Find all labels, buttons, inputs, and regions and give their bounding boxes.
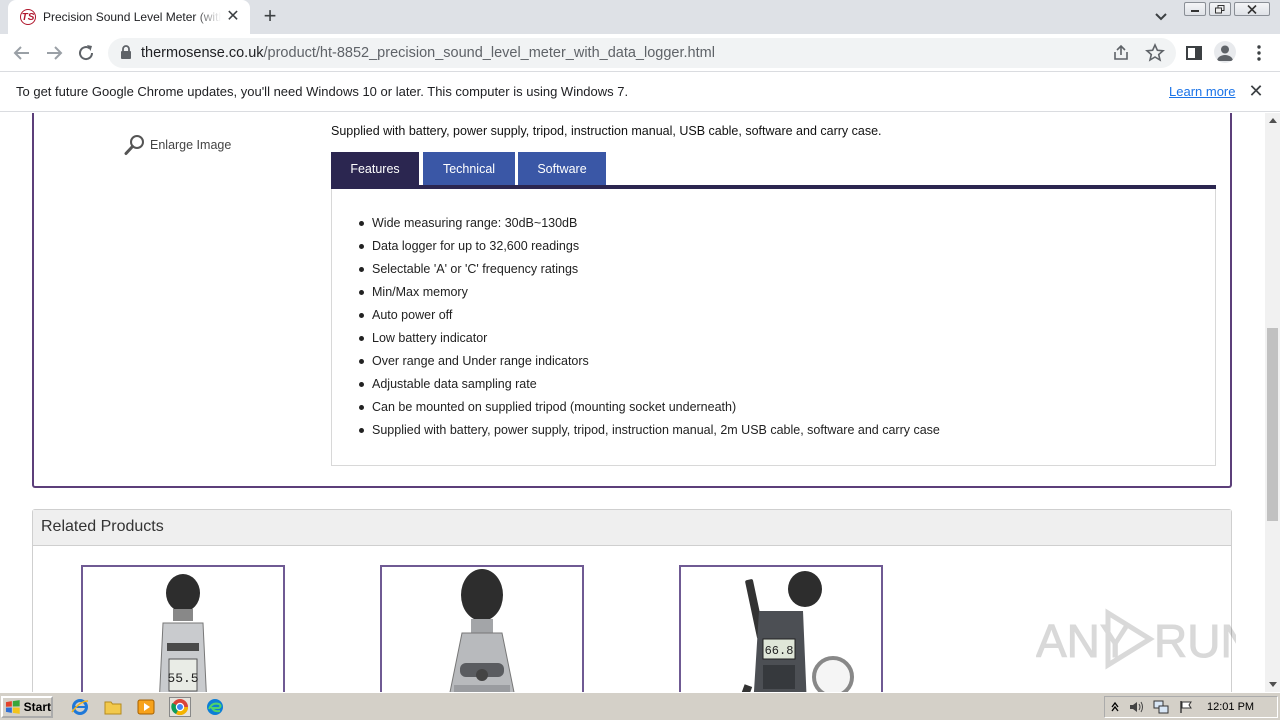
sound-meter-image (449, 569, 515, 692)
tab-search-chevron-icon[interactable] (1151, 8, 1171, 26)
forward-arrow-icon[interactable] (43, 42, 65, 64)
related-product-card[interactable] (380, 565, 584, 692)
tab-title: Precision Sound Level Meter (with Data L… (43, 10, 221, 24)
related-products-heading: Related Products (33, 510, 1231, 546)
new-tab-button[interactable]: + (258, 5, 282, 29)
enlarge-image-link[interactable]: Enlarge Image (124, 134, 231, 156)
site-favicon: TS (20, 9, 36, 25)
feature-item: Low battery indicator (359, 330, 940, 353)
start-label: Start (23, 700, 51, 714)
file-explorer-icon[interactable] (102, 697, 124, 717)
feature-item: Selectable 'A' or 'C' frequency ratings (359, 261, 940, 284)
related-product-card[interactable]: 66.8 (679, 565, 883, 692)
feature-item: Supplied with battery, power supply, tri… (359, 422, 940, 445)
update-infobar: To get future Google Chrome updates, you… (0, 72, 1280, 112)
volume-icon[interactable] (1129, 700, 1145, 719)
start-button[interactable]: Start (1, 696, 53, 718)
anyrun-watermark: ANY RUN (1036, 607, 1254, 676)
action-center-flag-icon[interactable] (1179, 700, 1193, 719)
minimize-button[interactable] (1184, 2, 1206, 16)
edge-icon[interactable] (204, 697, 226, 717)
feature-item: Wide measuring range: 30dB~130dB (359, 215, 940, 238)
tab-software[interactable]: Software (518, 152, 606, 185)
bookmark-star-icon[interactable] (1145, 43, 1165, 68)
menu-kebab-icon[interactable] (1248, 42, 1270, 64)
browser-tab[interactable]: TS Precision Sound Level Meter (with Dat… (8, 0, 250, 34)
meter-reading: 55.5 (167, 671, 198, 686)
multi-meter-image: 66.8 (737, 571, 854, 692)
scroll-up-arrow-icon[interactable] (1265, 113, 1280, 128)
magnifier-icon (124, 135, 144, 155)
feature-item: Auto power off (359, 307, 940, 330)
media-player-icon[interactable] (135, 697, 157, 717)
watermark-right-text: RUN (1154, 615, 1236, 667)
tab-technical[interactable]: Technical (423, 152, 515, 185)
page-scrollbar[interactable] (1265, 113, 1280, 692)
meter-reading: 66.8 (765, 644, 794, 658)
reload-icon[interactable] (75, 42, 97, 64)
related-product-card[interactable]: 55.5 (81, 565, 285, 692)
internet-explorer-icon[interactable] (69, 697, 91, 717)
back-arrow-icon[interactable] (11, 42, 33, 64)
system-tray: 12:01 PM (1104, 696, 1278, 718)
address-bar[interactable]: thermosense.co.uk/product/ht-8852_precis… (108, 38, 1176, 68)
profile-avatar-icon[interactable] (1214, 41, 1236, 63)
feature-item: Over range and Under range indicators (359, 353, 940, 376)
scroll-down-arrow-icon[interactable] (1265, 677, 1280, 692)
tray-expand-icon[interactable] (1111, 700, 1119, 718)
windows-taskbar: Start 12:01 PM (0, 692, 1280, 720)
page-viewport: Enlarge Image Supplied with battery, pow… (0, 113, 1265, 692)
url-text[interactable]: thermosense.co.uk/product/ht-8852_precis… (141, 45, 715, 61)
close-window-button[interactable] (1234, 2, 1270, 16)
feature-item: Adjustable data sampling rate (359, 376, 940, 399)
side-panel-icon[interactable] (1183, 42, 1205, 64)
infobar-close-icon[interactable]: ✕ (1247, 82, 1265, 100)
tab-features[interactable]: Features (331, 152, 419, 185)
tab-close-icon[interactable]: ✕ (224, 8, 242, 26)
supplied-with-text: Supplied with battery, power supply, tri… (331, 124, 882, 138)
lock-icon[interactable] (120, 45, 132, 65)
feature-item: Can be mounted on supplied tripod (mount… (359, 399, 940, 422)
taskbar-clock[interactable]: 12:01 PM (1207, 701, 1254, 713)
product-tabs: Features Technical Software (331, 152, 1216, 189)
share-icon[interactable] (1112, 44, 1130, 67)
features-list: Wide measuring range: 30dB~130dB Data lo… (359, 215, 940, 445)
sound-meter-image: 55.5 (159, 574, 207, 692)
features-panel: Wide measuring range: 30dB~130dB Data lo… (331, 189, 1216, 466)
browser-toolbar: thermosense.co.uk/product/ht-8852_precis… (0, 34, 1280, 72)
chrome-taskbar-icon[interactable] (169, 697, 191, 717)
feature-item: Min/Max memory (359, 284, 940, 307)
enlarge-image-label[interactable]: Enlarge Image (150, 138, 231, 152)
windows-logo-icon (5, 700, 20, 714)
infobar-message: To get future Google Chrome updates, you… (16, 84, 629, 99)
feature-item: Data logger for up to 32,600 readings (359, 238, 940, 261)
restore-button[interactable] (1209, 2, 1231, 16)
network-icon[interactable] (1153, 700, 1169, 719)
tab-strip: TS Precision Sound Level Meter (with Dat… (0, 0, 1280, 34)
scrollbar-thumb[interactable] (1267, 328, 1278, 521)
learn-more-link[interactable]: Learn more (1169, 84, 1235, 99)
